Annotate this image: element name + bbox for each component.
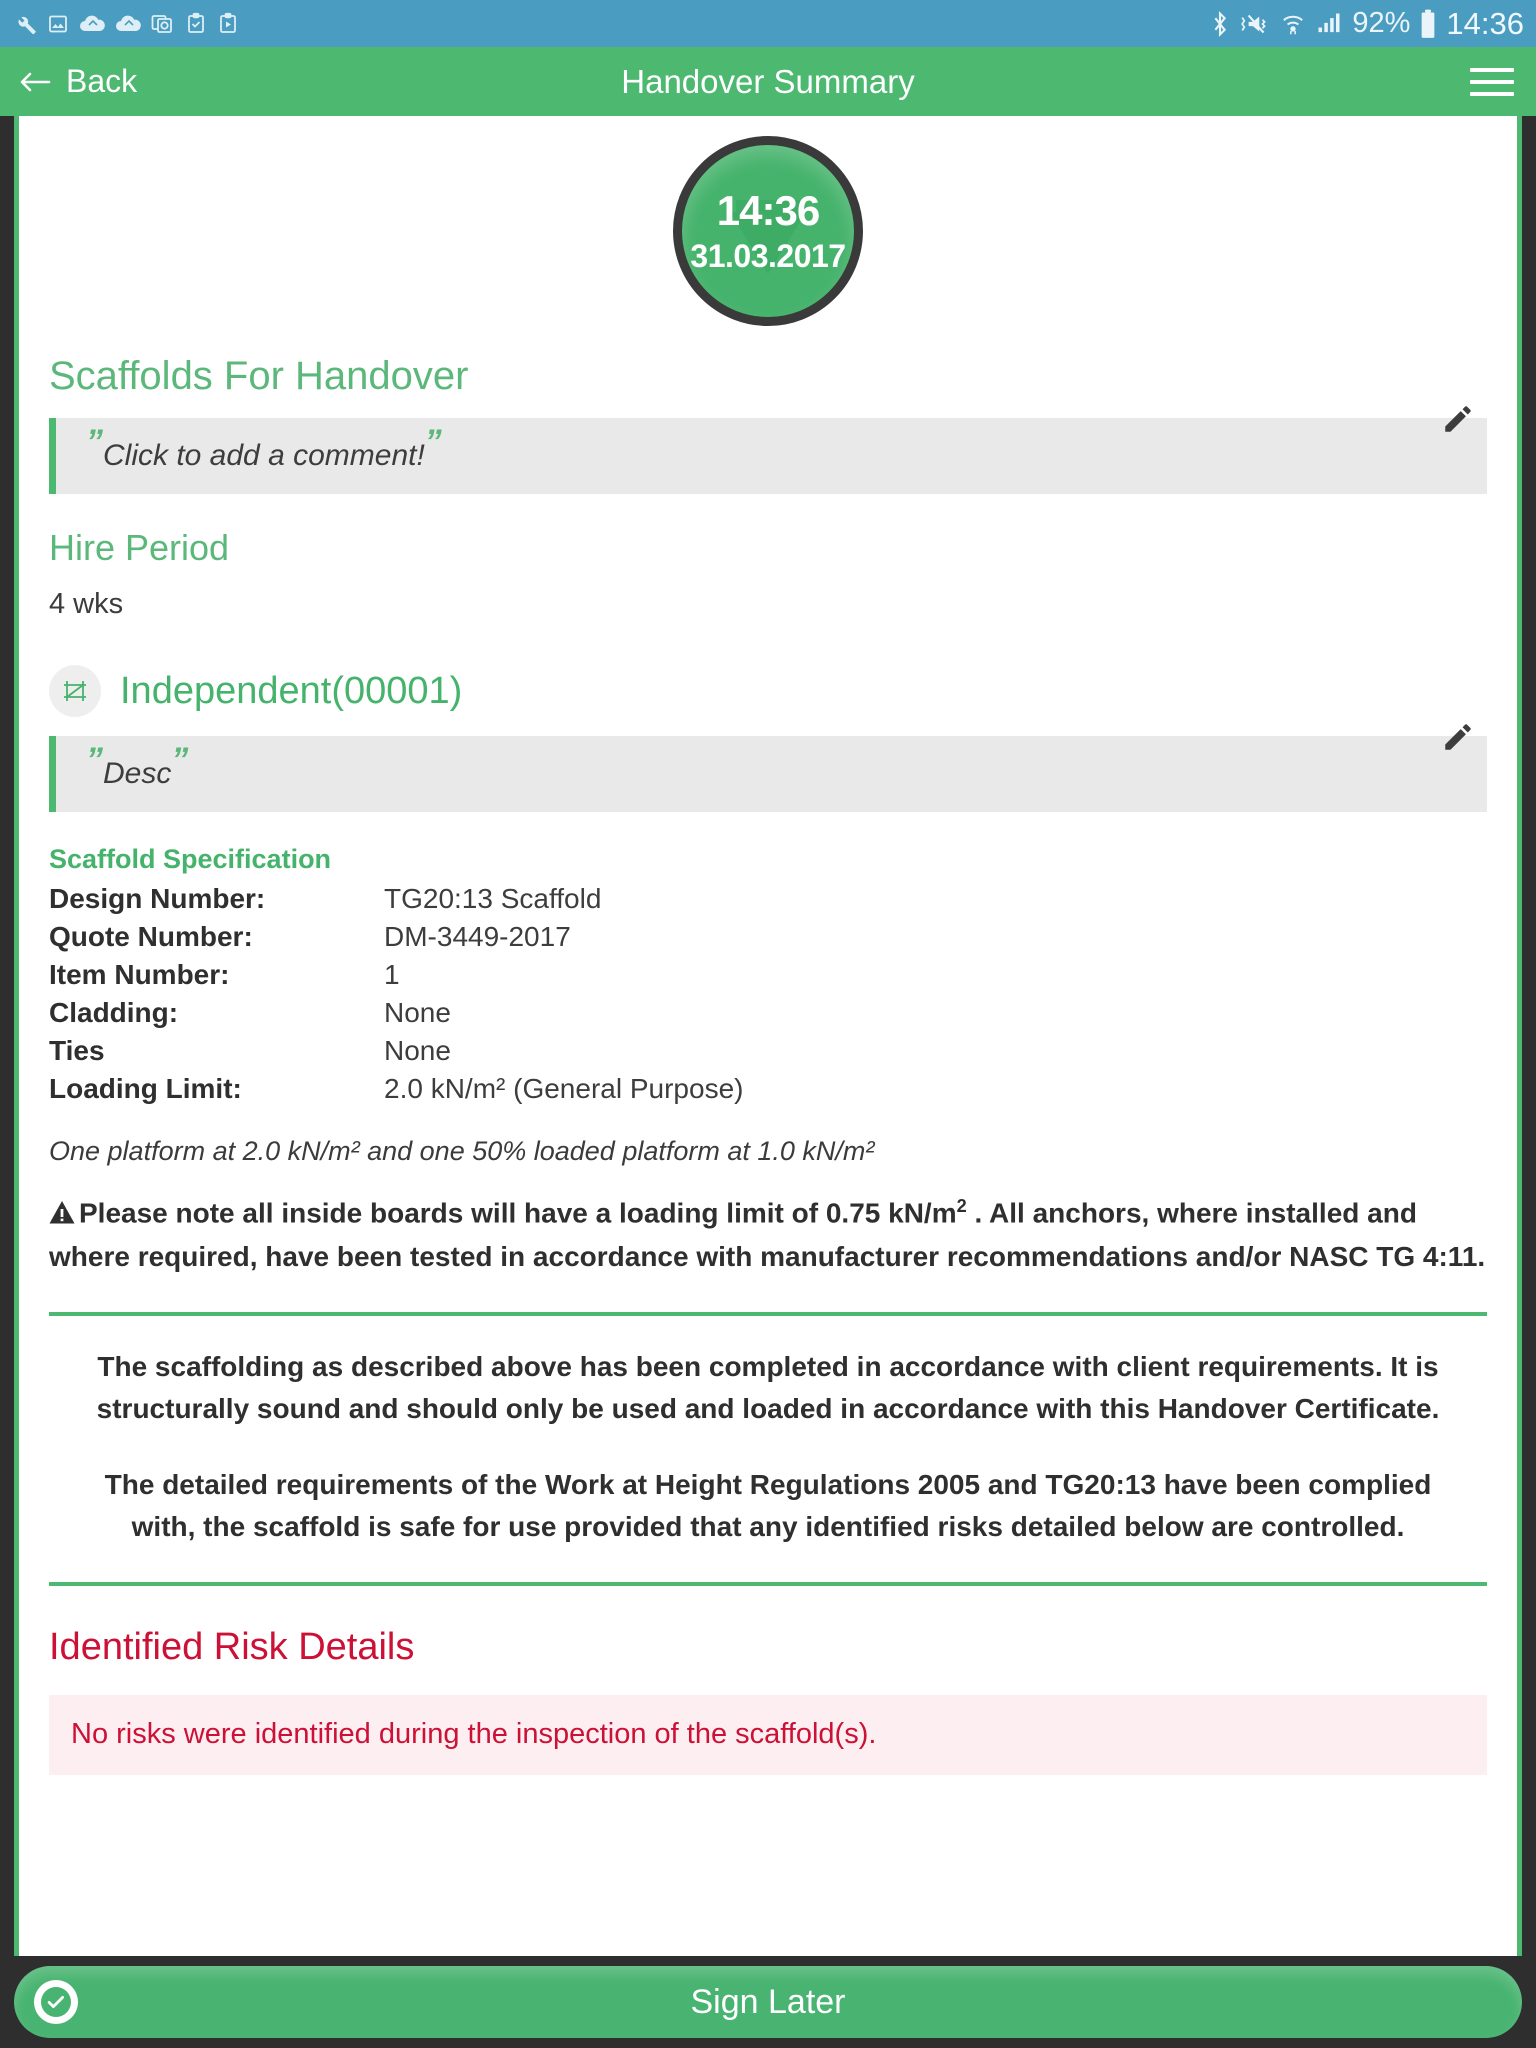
declaration-paragraph-1: The scaffolding as described above has b… [96,1350,1440,1424]
clipboard-check-icon [184,12,208,36]
badge-time: 14:36 [716,187,820,234]
spec-value: None [384,1035,451,1066]
risk-message-box: No risks were identified during the insp… [49,1694,1487,1775]
mute-icon [1239,10,1271,38]
pencil-edit-icon[interactable] [1441,402,1475,436]
cloud-sync-icon [114,12,142,36]
table-row: Cladding: None [49,994,1487,1032]
risk-message-text: No risks were identified during the insp… [71,1718,877,1751]
wifi-icon [1280,10,1306,38]
scaffold-item-name: Independent(00001) [120,669,463,712]
quote-close-mark: ” [171,741,189,779]
clipboard-play-icon [216,12,240,36]
spec-value: None [384,997,451,1028]
divider-bottom [49,1581,1487,1586]
anchors-warning-paragraph: Please note all inside boards will have … [49,1193,1487,1278]
status-bar-clock: 14:36 [1446,5,1524,41]
bluetooth-icon [1210,10,1230,38]
divider-top [49,1311,1487,1316]
handover-comment-placeholder: Click to add a comment! [103,439,425,472]
check-circle-icon [34,1980,78,2024]
table-row: Ties None [49,1032,1487,1070]
page-title: Handover Summary [621,62,915,100]
hire-period-value: 4 wks [49,588,124,620]
badge-date: 31.03.2017 [690,238,846,274]
warning-text-part1: Please note all inside boards will have … [79,1197,957,1229]
back-button[interactable]: Back [18,63,137,100]
content-scroll-area[interactable]: 14:36 31.03.2017 Scaffolds For Handover … [14,116,1522,1956]
declaration-paragraph-2: The detailed requirements of the Work at… [104,1468,1432,1542]
identified-risk-details-heading: Identified Risk Details [49,1625,415,1668]
image-icon [46,12,70,36]
table-row: Quote Number: DM-3449-2017 [49,918,1487,956]
table-row: Design Number: TG20:13 Scaffold [49,880,1487,918]
battery-icon [1419,9,1437,39]
spec-value: TG20:13 Scaffold [384,883,602,914]
scaffold-specification-title: Scaffold Specification [49,844,332,874]
warning-superscript: 2 [956,1196,967,1216]
handover-comment-content: ”Click to add a comment!” [86,425,442,473]
handover-timestamp-badge-wrap: 14:36 31.03.2017 [49,116,1487,326]
spec-value: 2.0 kN/m² (General Purpose) [384,1073,744,1104]
arrow-left-icon [18,67,52,97]
handover-comment-box[interactable]: ”Click to add a comment!” [49,406,1487,494]
spec-value: 1 [384,959,400,990]
spec-label: Ties [49,1035,105,1066]
signal-icon [1315,10,1343,38]
hamburger-menu-icon[interactable] [1470,67,1514,96]
sign-later-label: Sign Later [690,1982,846,2021]
scaffolds-for-handover-heading: Scaffolds For Handover [49,354,469,398]
phone-screen: 92% 14:36 Back Handover Summary 14:36 31… [0,0,1536,2048]
spec-label: Design Number: [49,883,266,914]
scaffold-description-box[interactable]: ”Desc” [49,724,1487,812]
scaffold-description-text: Desc [103,757,172,790]
scaffold-item-header[interactable]: Independent(00001) [49,665,1487,717]
handover-timestamp-badge: 14:36 31.03.2017 [673,136,863,326]
cloud-upload-icon [78,12,106,36]
table-row: Loading Limit: 2.0 kN/m² (General Purpos… [49,1070,1487,1108]
quote-open-mark: ” [86,423,103,461]
wrench-icon [12,11,38,37]
table-row: Item Number: 1 [49,956,1487,994]
sign-later-button[interactable]: Sign Later [14,1966,1522,2038]
battery-percentage: 92% [1352,7,1411,39]
status-bar-notification-icons [12,11,240,37]
mail-gallery-icon [150,12,176,36]
quote-close-mark: ” [424,423,442,461]
back-button-label: Back [66,63,138,99]
hire-period-label: Hire Period [49,527,230,568]
quote-open-mark: ” [86,741,103,779]
spec-value: DM-3449-2017 [384,921,571,952]
spec-label: Quote Number: [49,921,253,952]
warning-triangle-icon [49,1196,75,1237]
scaffold-description-content: ”Desc” [86,743,188,791]
spec-label: Item Number: [49,959,230,990]
bottom-action-bar: Sign Later [0,1956,1536,2048]
status-bar-system-icons: 92% 14:36 [1210,6,1524,42]
spec-label: Loading Limit: [49,1073,242,1104]
app-bar: Back Handover Summary [0,47,1536,116]
pencil-edit-icon[interactable] [1441,720,1475,754]
loading-note: One platform at 2.0 kN/m² and one 50% lo… [49,1136,875,1166]
status-bar: 92% 14:36 [0,0,1536,47]
spec-label: Cladding: [49,997,179,1028]
scaffold-specification-table: Design Number: TG20:13 Scaffold Quote Nu… [49,880,1487,1108]
scaffold-frame-icon [49,665,101,717]
